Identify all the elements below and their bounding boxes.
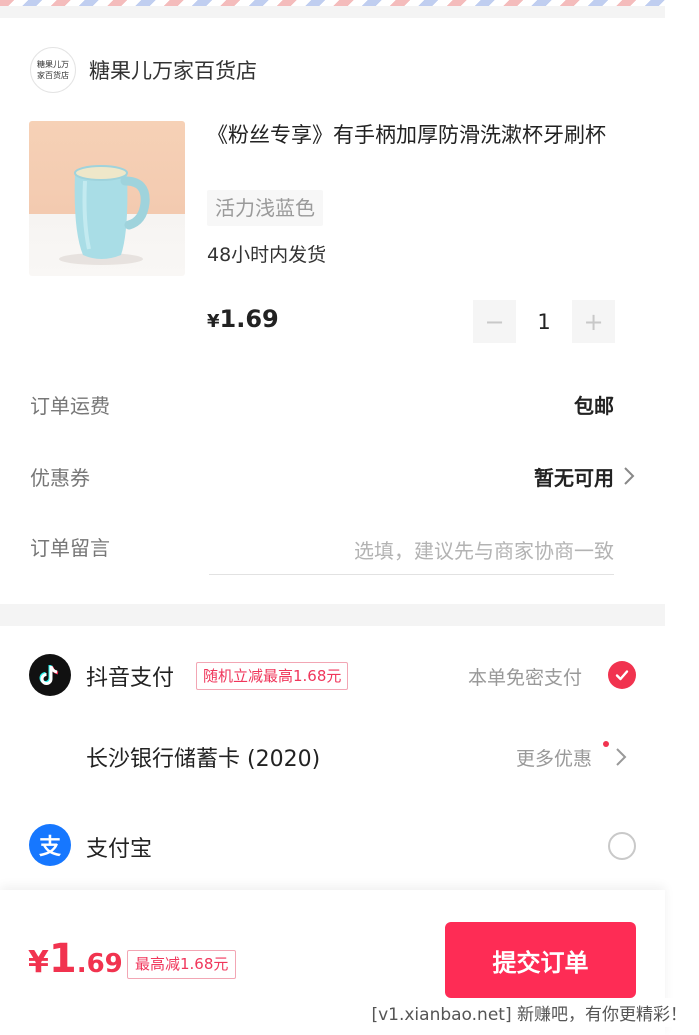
order-message-label: 订单留言 <box>30 536 110 560</box>
shop-name[interactable]: 糖果儿万家百货店 <box>89 55 257 85</box>
product-price: ¥1.69 <box>207 305 279 333</box>
quantity-stepper[interactable]: − 1 + <box>473 300 615 343</box>
price-value: 1.69 <box>219 305 279 333</box>
order-message-input[interactable] <box>209 528 614 575</box>
coupon-label[interactable]: 优惠券 <box>30 462 90 491</box>
alipay-radio[interactable] <box>608 832 636 860</box>
quantity-value[interactable]: 1 <box>516 310 572 334</box>
chevron-right-icon[interactable] <box>622 465 636 487</box>
shipping-note: 48小时内发货 <box>207 244 327 266</box>
total-integer: 1 <box>48 936 77 982</box>
submit-order-button[interactable]: 提交订单 <box>445 922 636 998</box>
more-offers-link[interactable]: 更多优惠 <box>516 744 592 771</box>
alipay-logo-icon: 支 <box>29 824 71 866</box>
shipping-fee-label: 订单运费 <box>30 394 110 418</box>
douyin-pay-name[interactable]: 抖音支付 <box>86 660 174 692</box>
shop-logo-text-1: 糖果儿万 <box>37 60 69 69</box>
max-discount-tag: 最高减1.68元 <box>127 950 237 979</box>
coupon-value[interactable]: 暂无可用 <box>534 462 614 491</box>
top-gap <box>0 6 665 18</box>
shop-logo[interactable]: 糖果儿万 家百货店 <box>30 47 76 93</box>
douyin-pay-selected[interactable] <box>608 661 636 689</box>
section-gap <box>0 604 665 626</box>
watermark: [v1.xianbao.net] 新赚吧，有你更精彩！ <box>367 998 691 1027</box>
douyin-logo-icon <box>29 654 71 696</box>
checkmark-icon <box>615 670 629 681</box>
price-symbol: ¥ <box>207 311 220 332</box>
shipping-fee-value: 包邮 <box>574 394 614 418</box>
bank-card-option[interactable]: 长沙银行储蓄卡 (2020) <box>86 741 320 773</box>
variant-tag: 活力浅蓝色 <box>207 190 323 226</box>
product-image[interactable] <box>29 121 185 276</box>
total-decimal: .69 <box>76 949 123 979</box>
product-title[interactable]: 《粉丝专享》有手柄加厚防滑洗漱杯牙刷杯 <box>207 121 647 150</box>
shop-logo-text-2: 家百货店 <box>37 71 69 80</box>
total-symbol: ¥ <box>28 945 49 980</box>
notification-dot <box>603 741 609 747</box>
shop-header[interactable]: 糖果儿万 家百货店 糖果儿万家百货店 <box>30 47 257 93</box>
decrease-button[interactable]: − <box>473 300 516 343</box>
increase-button[interactable]: + <box>572 300 615 343</box>
douyin-promo-tag: 随机立减最高1.68元 <box>196 662 349 690</box>
total-price: ¥1.69 <box>28 936 123 982</box>
alipay-name[interactable]: 支付宝 <box>86 831 152 863</box>
more-offers-chevron-icon[interactable] <box>614 746 628 768</box>
password-free-note: 本单免密支付 <box>468 667 583 689</box>
alipay-icon-glyph: 支 <box>38 835 61 860</box>
cup-illustration <box>59 165 150 265</box>
